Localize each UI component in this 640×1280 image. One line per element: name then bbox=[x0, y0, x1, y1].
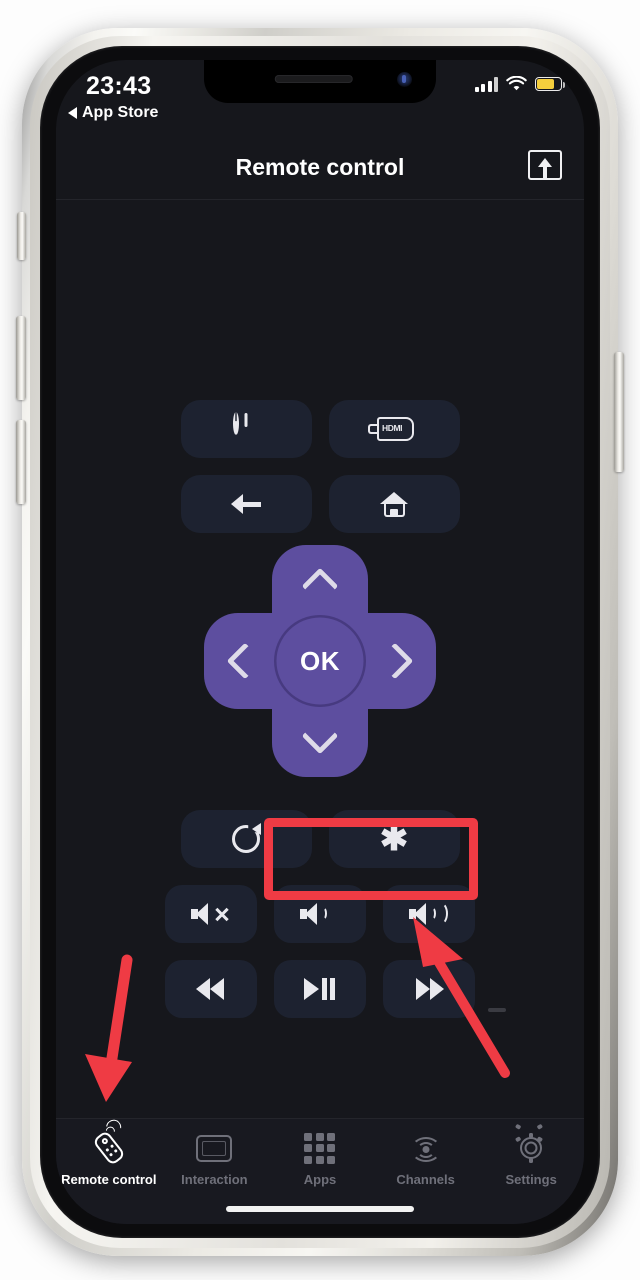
tab-label: Remote control bbox=[61, 1172, 157, 1187]
status-bar: 23:43 App Store bbox=[56, 60, 584, 132]
annotation-highlight-rectangle bbox=[264, 818, 478, 900]
hdmi-icon bbox=[368, 417, 420, 441]
home-indicator[interactable] bbox=[226, 1206, 414, 1212]
phone-volume-up-button[interactable] bbox=[16, 316, 26, 400]
play-pause-icon bbox=[304, 978, 336, 1000]
tab-label: Settings bbox=[505, 1172, 557, 1187]
grid-icon bbox=[304, 1131, 336, 1165]
back-to-app-store-link[interactable]: App Store bbox=[68, 104, 158, 122]
play-pause-button[interactable] bbox=[274, 960, 366, 1018]
dpad: OK bbox=[204, 545, 436, 777]
phone-silent-switch[interactable] bbox=[17, 212, 26, 260]
volume-mute-icon bbox=[191, 902, 231, 926]
tab-settings[interactable]: Settings bbox=[478, 1119, 584, 1224]
home-button[interactable] bbox=[328, 475, 460, 533]
volume-down-icon bbox=[300, 902, 340, 926]
ok-button[interactable]: OK bbox=[274, 615, 366, 707]
back-triangle-icon bbox=[68, 107, 77, 119]
airplay-cast-icon[interactable] bbox=[528, 150, 562, 180]
status-time: 23:43 bbox=[86, 72, 152, 100]
phone-volume-down-button[interactable] bbox=[16, 420, 26, 504]
mute-button[interactable] bbox=[165, 885, 257, 943]
back-arrow-icon bbox=[231, 494, 261, 514]
broadcast-icon bbox=[408, 1131, 444, 1165]
app-header: Remote control bbox=[56, 132, 584, 200]
screenshot-root: 23:43 App Store Remote control HDMI OK ✱… bbox=[0, 0, 640, 1280]
cellular-signal-icon bbox=[474, 76, 498, 92]
remote-row-nav bbox=[56, 475, 584, 533]
back-button[interactable] bbox=[180, 475, 312, 533]
annotation-arrow-to-fast-forward bbox=[413, 917, 510, 1078]
tab-label: Channels bbox=[396, 1172, 455, 1187]
back-label: App Store bbox=[82, 104, 159, 121]
wifi-icon bbox=[506, 76, 527, 91]
annotation-arrow-to-remote-tab bbox=[85, 954, 133, 1102]
hdmi-button[interactable] bbox=[328, 400, 460, 458]
remote-icon bbox=[91, 1116, 126, 1167]
rewind-icon bbox=[196, 978, 226, 1000]
home-icon bbox=[380, 491, 408, 517]
remote-row-power bbox=[56, 400, 584, 458]
power-button[interactable] bbox=[180, 400, 312, 458]
gear-icon bbox=[516, 1131, 546, 1165]
status-icons bbox=[474, 76, 566, 92]
tab-remote-control[interactable]: Remote control bbox=[56, 1116, 162, 1224]
battery-icon bbox=[535, 77, 566, 91]
tab-label: Interaction bbox=[181, 1172, 248, 1187]
page-title: Remote control bbox=[235, 154, 405, 180]
phone-power-button[interactable] bbox=[614, 352, 624, 472]
tab-label: Apps bbox=[303, 1172, 337, 1187]
screen-icon bbox=[196, 1131, 233, 1165]
replay-icon bbox=[232, 823, 261, 853]
power-icon bbox=[233, 411, 259, 444]
